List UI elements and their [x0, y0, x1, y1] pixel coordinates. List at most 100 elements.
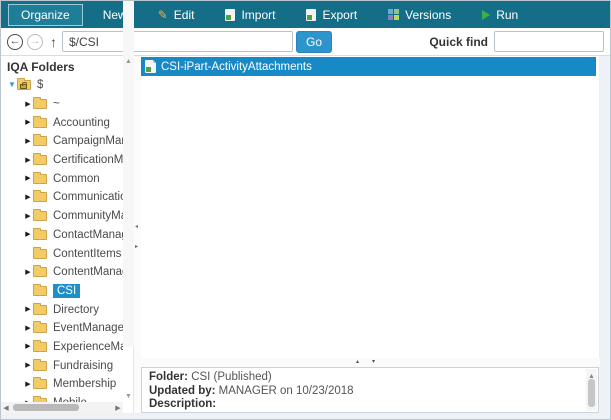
toolbar-run-button[interactable]: Run [471, 5, 529, 25]
go-button[interactable]: Go [296, 31, 332, 53]
query-document-icon [145, 60, 156, 73]
tree-item-label: ~ [53, 98, 60, 110]
updated-by-label: Updated by: [149, 385, 215, 397]
collapsed-triangle-icon[interactable]: ▶ [23, 194, 33, 201]
sidebar-scroll-left-icon[interactable]: ◀ [1, 404, 11, 412]
details-folder-line: Folder: CSI (Published) [149, 371, 580, 385]
export-file-icon [306, 9, 316, 21]
tree-item-label: ContentItems [53, 248, 121, 260]
query-list-panel: CSI-iPart-ActivityAttachments [141, 56, 600, 358]
folder-icon [33, 192, 47, 202]
list-item-label: CSI-iPart-ActivityAttachments [161, 61, 312, 73]
toolbar-import-button[interactable]: Import [214, 5, 286, 25]
folder-icon [33, 323, 47, 333]
locked-folder-icon [17, 80, 31, 90]
tree-item-directory[interactable]: ▶Directory [1, 300, 123, 319]
collapsed-triangle-icon[interactable]: ▶ [23, 157, 33, 164]
details-splitter[interactable]: ▴ ▾ [141, 358, 600, 367]
tree-item-communications[interactable]: ▶ Communications [1, 188, 123, 207]
tree-item-label: ExperienceManag [53, 341, 123, 353]
collapsed-triangle-icon[interactable]: ▶ [23, 231, 33, 238]
splitter-collapse-left-icon[interactable]: ◂ [135, 224, 138, 230]
details-vertical-scrollbar[interactable]: ▲ [586, 369, 597, 411]
pencil-icon: ✎ [158, 10, 168, 20]
collapsed-triangle-icon[interactable]: ▶ [23, 175, 33, 182]
forward-arrow-icon[interactable]: → [27, 34, 43, 50]
versions-grid-icon [388, 9, 399, 20]
folder-icon [33, 99, 47, 109]
sidebar-horizontal-scrollbar[interactable]: ◀ ▶ [1, 402, 123, 413]
collapsed-triangle-icon[interactable]: ▶ [23, 138, 33, 145]
details-scroll-thumb[interactable] [588, 379, 595, 407]
collapsed-triangle-icon[interactable]: ▶ [23, 213, 33, 220]
folder-icon [33, 118, 47, 128]
folder-icon [33, 230, 47, 240]
toolbar-edit-button[interactable]: ✎Edit [147, 5, 206, 25]
tree-item-communitymana[interactable]: ▶ CommunityMana [1, 207, 123, 226]
back-arrow-icon[interactable]: ← [7, 34, 23, 50]
lock-icon [20, 84, 27, 89]
tree-item-membership[interactable]: ▶Membership [1, 375, 123, 394]
tree-item-eventmanagemer[interactable]: ▶ EventManagemer [1, 319, 123, 338]
sidebar-hscroll-thumb[interactable] [13, 404, 79, 411]
description-label: Description: [149, 398, 216, 410]
tree-item-csi[interactable]: CSI [1, 282, 123, 301]
up-arrow-icon[interactable]: ↑ [50, 34, 57, 50]
tree-item-experiencemanag[interactable]: ▶ ExperienceManag [1, 338, 123, 357]
collapsed-triangle-icon[interactable]: ▶ [23, 325, 33, 332]
tree-item-contentmanagem[interactable]: ▶ContentManagem [1, 263, 123, 282]
top-toolbar: OrganizeNew✎EditImportExportVersionsRun [1, 1, 611, 28]
toolbar-organize-button[interactable]: Organize [8, 4, 83, 26]
tree-item-label: Communications [53, 191, 123, 203]
details-updated-line: Updated by: MANAGER on 10/23/2018 [149, 385, 580, 399]
collapsed-triangle-icon[interactable]: ▶ [23, 101, 33, 108]
splitter-collapse-right-icon[interactable]: ▸ [135, 244, 138, 250]
collapsed-triangle-icon[interactable]: ▶ [23, 343, 33, 350]
details-description-line: Description: [149, 398, 580, 412]
folder-icon [33, 342, 47, 352]
tree-item-contentitems[interactable]: ContentItems [1, 244, 123, 263]
panel-splitter[interactable]: ◂ ▸ [134, 56, 141, 413]
sidebar-scroll-down-icon[interactable]: ▼ [123, 393, 134, 400]
collapsed-triangle-icon[interactable]: ▶ [23, 119, 33, 126]
toolbar-versions-button[interactable]: Versions [377, 5, 462, 25]
tree-item-certificationmana[interactable]: ▶CertificationMana [1, 151, 123, 170]
collapsed-triangle-icon[interactable]: ▶ [23, 306, 33, 313]
tree-item-label: CommunityMana [53, 210, 123, 222]
collapsed-triangle-icon[interactable]: ▶ [23, 381, 33, 388]
splitter-collapse-up-icon[interactable]: ▴ [356, 359, 359, 365]
tree-item-root[interactable]: ▼$ [1, 76, 123, 95]
folder-icon [33, 361, 47, 371]
tree-item-common[interactable]: ▶Common [1, 169, 123, 188]
tree-item-label: EventManagemer [53, 322, 123, 334]
details-panel: Folder: CSI (Published) Updated by: MANA… [141, 367, 599, 413]
tree-item-tilde[interactable]: ▶~ [1, 95, 123, 114]
import-file-icon [225, 9, 235, 21]
toolbar-export-button[interactable]: Export [295, 5, 368, 25]
navigation-bar: ← → ↑ Go Quick find [1, 28, 611, 56]
sidebar-scroll-up-icon[interactable]: ▲ [123, 58, 134, 65]
splitter-collapse-down-icon[interactable]: ▾ [372, 359, 375, 365]
sidebar-header: IQA Folders [1, 56, 133, 77]
tree-item-accounting[interactable]: ▶Accounting [1, 113, 123, 132]
collapsed-triangle-icon[interactable]: ▶ [23, 269, 33, 276]
run-play-icon [482, 10, 490, 20]
sidebar-vertical-scrollbar[interactable] [123, 1, 134, 347]
expanded-triangle-icon[interactable]: ▼ [7, 81, 17, 89]
sidebar-scroll-right-icon[interactable]: ▶ [113, 404, 123, 412]
tree-item-label: CSI [53, 284, 80, 298]
tree-item-campaignmanage[interactable]: ▶CampaignManage [1, 132, 123, 151]
toolbar-organize-label: Organize [21, 8, 70, 22]
folder-icon [33, 249, 47, 259]
tree-item-contactmanagem[interactable]: ▶ContactManagem [1, 226, 123, 245]
folder-tree: ▼$▶~▶Accounting▶CampaignManage▶Certifica… [1, 76, 123, 412]
folder-icon [33, 379, 47, 389]
toolbar-versions-label: Versions [405, 8, 451, 22]
folder-value: CSI (Published) [191, 371, 272, 383]
path-input[interactable] [62, 31, 293, 52]
collapsed-triangle-icon[interactable]: ▶ [23, 362, 33, 369]
folder-icon [33, 286, 47, 296]
list-item-selected[interactable]: CSI-iPart-ActivityAttachments [141, 57, 596, 76]
quick-find-input[interactable] [494, 31, 604, 52]
tree-item-fundraising[interactable]: ▶Fundraising [1, 356, 123, 375]
